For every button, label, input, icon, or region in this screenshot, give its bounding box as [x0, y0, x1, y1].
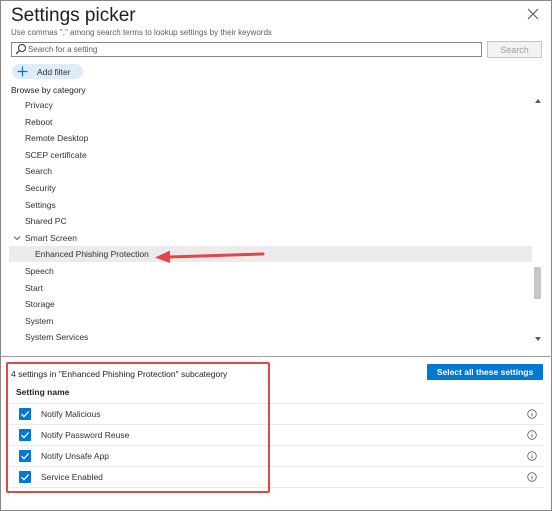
- tree-item[interactable]: Security: [9, 180, 532, 196]
- scroll-up-icon[interactable]: [534, 97, 542, 105]
- setting-name: Notify Unsafe App: [41, 451, 110, 461]
- add-filter-button[interactable]: Add filter: [12, 64, 83, 79]
- tree-item-label: Search: [25, 166, 52, 176]
- tree-item-label: Smart Screen: [25, 233, 77, 243]
- setting-name: Notify Malicious: [41, 409, 101, 419]
- info-icon[interactable]: [527, 430, 537, 440]
- search-input[interactable]: [28, 45, 468, 54]
- tree-item[interactable]: Privacy: [9, 97, 532, 113]
- tree-item[interactable]: Shared PC: [9, 213, 532, 229]
- tree-item-label: Shared PC: [25, 216, 67, 226]
- tree-item[interactable]: Storage: [9, 296, 532, 312]
- setting-name: Service Enabled: [41, 472, 103, 482]
- select-all-button[interactable]: Select all these settings: [427, 364, 543, 380]
- setting-checkbox[interactable]: [19, 408, 31, 420]
- search-button[interactable]: Search: [487, 41, 542, 58]
- tree-item-label: Reboot: [25, 117, 53, 127]
- tree-item-label: Settings: [25, 200, 56, 210]
- dialog-subtitle: Use commas "," among search terms to loo…: [11, 28, 272, 37]
- section-divider: [1, 356, 552, 357]
- category-tree: Privacy Reboot Remote Desktop SCEP certific…: [9, 97, 532, 345]
- tree-item[interactable]: Search: [9, 163, 532, 179]
- scroll-down-icon[interactable]: [534, 335, 542, 343]
- tree-item-label: Start: [25, 283, 43, 293]
- tree-scrollbar[interactable]: [533, 97, 544, 345]
- plus-icon: [17, 66, 28, 77]
- info-icon[interactable]: [527, 472, 537, 482]
- tree-item[interactable]: Speech: [9, 263, 532, 279]
- results-summary: 4 settings in "Enhanced Phishing Protect…: [11, 369, 228, 379]
- search-icon: [15, 44, 26, 55]
- tree-item-label: Privacy: [25, 100, 53, 110]
- tree-item[interactable]: SCEP certificate: [9, 147, 532, 163]
- tree-item-label: System: [25, 316, 54, 326]
- settings-picker-dialog: Settings picker Use commas "," among sea…: [0, 0, 552, 511]
- scrollbar-thumb[interactable]: [534, 267, 541, 299]
- tree-item-label: Security: [25, 183, 56, 193]
- search-box[interactable]: [11, 42, 482, 57]
- setting-row: Notify Unsafe App: [9, 446, 544, 466]
- setting-checkbox[interactable]: [19, 471, 31, 483]
- tree-item-label: Enhanced Phishing Protection: [35, 249, 149, 259]
- tree-item[interactable]: Smart Screen: [9, 230, 532, 246]
- chevron-down-icon[interactable]: [12, 233, 22, 243]
- info-icon[interactable]: [527, 451, 537, 461]
- tree-item[interactable]: Enhanced Phishing Protection: [9, 246, 532, 262]
- setting-row: Notify Malicious: [9, 404, 544, 424]
- add-filter-label: Add filter: [37, 66, 71, 77]
- tree-item-label: SCEP certificate: [25, 150, 87, 160]
- setting-name: Notify Password Reuse: [41, 430, 130, 440]
- row-divider: [9, 487, 544, 488]
- tree-item-label: System Services: [25, 332, 89, 342]
- dialog-title: Settings picker: [11, 5, 136, 26]
- close-icon[interactable]: [526, 7, 540, 21]
- setting-checkbox[interactable]: [19, 429, 31, 441]
- tree-item[interactable]: Remote Desktop: [9, 130, 532, 146]
- browse-heading: Browse by category: [11, 85, 86, 95]
- tree-item[interactable]: System Services: [9, 329, 532, 345]
- tree-item[interactable]: System: [9, 313, 532, 329]
- setting-row: Service Enabled: [9, 467, 544, 487]
- tree-item[interactable]: Reboot: [9, 114, 532, 130]
- tree-item-label: Speech: [25, 266, 54, 276]
- column-header-setting-name: Setting name: [16, 387, 70, 397]
- tree-item[interactable]: Start: [9, 280, 532, 296]
- tree-item[interactable]: Settings: [9, 197, 532, 213]
- tree-item-label: Storage: [25, 299, 55, 309]
- annotation-arrow-icon: [155, 250, 265, 263]
- setting-row: Notify Password Reuse: [9, 425, 544, 445]
- info-icon[interactable]: [527, 409, 537, 419]
- tree-item-label: Remote Desktop: [25, 133, 89, 143]
- setting-checkbox[interactable]: [19, 450, 31, 462]
